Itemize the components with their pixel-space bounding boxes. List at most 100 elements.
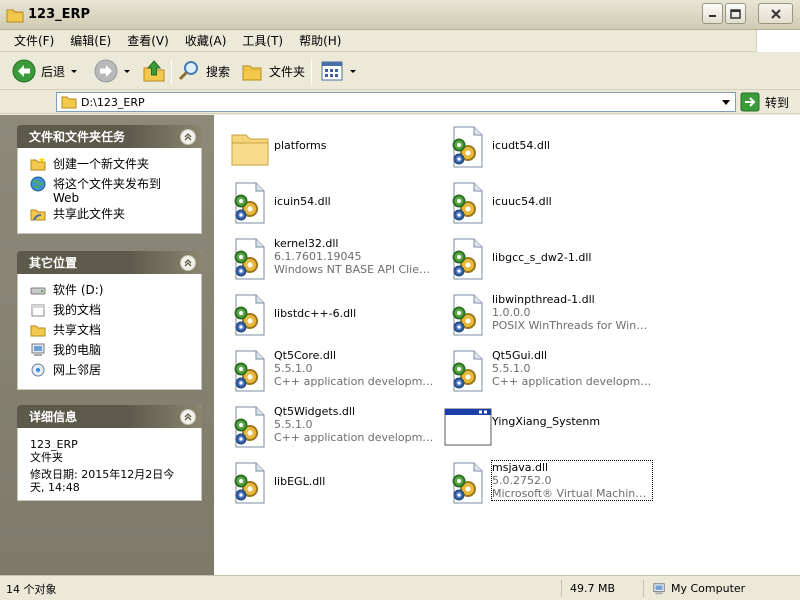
search-icon	[178, 61, 198, 81]
place-my-documents-label: 我的文档	[53, 303, 102, 317]
file-name: kernel32.dll	[274, 237, 339, 250]
task-publish-web[interactable]: 将这个文件夹发布到 Web	[30, 175, 201, 205]
file-description: POSIX WinThreads for Windows	[492, 319, 652, 332]
menu-tools[interactable]: 工具(T)	[234, 32, 291, 49]
details-header[interactable]: 详细信息	[17, 405, 202, 428]
status-location-label: My Computer	[671, 582, 746, 595]
task-new-folder-label: 创建一个新文件夹	[53, 157, 150, 171]
place-network-label: 网上邻居	[53, 363, 102, 377]
dll-file-icon	[444, 179, 492, 227]
my-computer-icon	[31, 343, 45, 356]
dll-file-icon	[444, 459, 492, 507]
folder-item[interactable]: platforms	[218, 119, 428, 171]
folders-button[interactable]: 文件夹	[240, 58, 305, 84]
place-shared-documents[interactable]: 共享文档	[30, 321, 201, 341]
menu-edit[interactable]: 编辑(E)	[62, 32, 119, 49]
go-label: 转到	[765, 95, 790, 110]
file-item[interactable]: msjava.dll 5.0.2752.0 Microsoft® Virtual M…	[436, 455, 653, 507]
minimize-button[interactable]	[702, 3, 723, 24]
file-item[interactable]: libstdc++-6.dll	[218, 287, 428, 339]
details-modified-cont: 天, 14:48	[30, 481, 80, 494]
forward-arrow-icon	[94, 59, 118, 83]
details-title: 详细信息	[29, 410, 78, 424]
file-item[interactable]: libgcc_s_dw2-1.dll	[436, 231, 646, 283]
up-button[interactable]	[142, 58, 166, 84]
status-size: 49.7 MB	[566, 580, 644, 597]
file-name: libwinpthread-1.dll	[492, 293, 595, 306]
address-input[interactable]: D:\123_ERP	[56, 92, 736, 112]
file-version: 1.0.0.0	[492, 306, 531, 319]
menu-view[interactable]: 查看(V)	[119, 32, 177, 49]
views-dropdown-icon[interactable]	[350, 69, 356, 73]
back-label: 后退	[41, 64, 66, 79]
dll-file-icon	[444, 123, 492, 171]
views-icon	[321, 61, 343, 81]
place-my-documents[interactable]: 我的文档	[30, 301, 201, 321]
collapse-chevron-icon[interactable]	[180, 129, 196, 145]
toolbar-separator	[311, 60, 312, 84]
views-button[interactable]	[320, 58, 356, 84]
place-network[interactable]: 网上邻居	[30, 361, 201, 381]
task-share-folder[interactable]: 共享此文件夹	[30, 205, 201, 225]
other-places-header[interactable]: 其它位置	[17, 251, 202, 274]
task-publish-label-web: Web	[53, 191, 80, 205]
place-shared-documents-label: 共享文档	[53, 323, 102, 337]
file-name: libEGL.dll	[274, 475, 326, 488]
collapse-chevron-icon[interactable]	[180, 255, 196, 271]
file-description: C++ application development ...	[492, 375, 652, 388]
go-button[interactable]: 转到	[740, 92, 789, 112]
file-item[interactable]: icudt54.dll	[436, 119, 646, 171]
back-button[interactable]: 后退	[12, 58, 78, 84]
file-item[interactable]: Qt5Gui.dll 5.5.1.0 C++ application develop…	[436, 343, 652, 395]
task-publish-label: 将这个文件夹发布到	[53, 177, 162, 191]
back-arrow-icon	[12, 59, 36, 83]
file-description: Microsoft® Virtual Machine for...	[492, 487, 652, 500]
file-tasks-panel: 文件和文件夹任务 创建一个新文件夹 将这个文件夹发布到 Web 共享此文件夹	[17, 125, 202, 234]
file-item[interactable]: icuuc54.dll	[436, 175, 646, 227]
maximize-button[interactable]	[725, 3, 746, 24]
details-modified: 修改日期: 2015年12月2日今	[30, 468, 175, 481]
dll-file-icon	[226, 291, 274, 339]
file-item[interactable]: libEGL.dll	[218, 455, 428, 507]
close-button[interactable]	[758, 3, 793, 24]
file-list[interactable]: platforms icudt54.dll icuin54.dll icuuc54.d…	[214, 115, 800, 575]
forward-dropdown-icon[interactable]	[124, 69, 130, 73]
toolbar: 后退 搜索 文件夹	[0, 52, 800, 90]
file-version: 6.1.7601.19045	[274, 250, 362, 263]
dll-file-icon	[226, 179, 274, 227]
dll-file-icon	[444, 235, 492, 283]
share-folder-icon	[30, 209, 46, 221]
place-drive-d[interactable]: 软件 (D:)	[30, 281, 201, 301]
place-my-computer[interactable]: 我的电脑	[30, 341, 201, 361]
file-item[interactable]: Qt5Core.dll 5.5.1.0 C++ application develo…	[218, 343, 434, 395]
status-object-count: 14 个对象	[2, 580, 562, 597]
search-button[interactable]: 搜索	[177, 58, 230, 84]
file-item[interactable]: icuin54.dll	[218, 175, 428, 227]
forward-button[interactable]	[94, 58, 130, 84]
dll-file-icon	[226, 235, 274, 283]
menu-file[interactable]: 文件(F)	[6, 32, 62, 49]
file-item[interactable]: Qt5Widgets.dll 5.5.1.0 C++ application dev…	[218, 399, 434, 451]
other-places-title: 其它位置	[29, 256, 78, 270]
collapse-chevron-icon[interactable]	[180, 409, 196, 425]
file-name: icuuc54.dll	[492, 195, 552, 208]
shared-documents-icon	[30, 325, 46, 337]
file-item[interactable]: kernel32.dll 6.1.7601.19045 Windows NT BAS…	[218, 231, 434, 283]
address-dropdown-icon[interactable]	[719, 95, 733, 109]
dll-file-icon	[226, 459, 274, 507]
toolbar-separator	[171, 60, 172, 84]
dll-file-icon	[226, 403, 274, 451]
menu-favorites[interactable]: 收藏(A)	[177, 32, 235, 49]
file-item[interactable]: libwinpthread-1.dll 1.0.0.0 POSIX WinThrea…	[436, 287, 652, 339]
file-tasks-title: 文件和文件夹任务	[29, 130, 126, 144]
go-arrow-icon	[740, 92, 760, 112]
drive-icon	[30, 287, 46, 295]
file-item[interactable]: YingXiang_Systenm	[436, 399, 646, 451]
back-dropdown-icon[interactable]	[71, 69, 78, 73]
task-new-folder[interactable]: 创建一个新文件夹	[30, 155, 201, 175]
file-version: 5.5.1.0	[492, 362, 531, 375]
up-folder-icon	[143, 60, 165, 82]
menu-help[interactable]: 帮助(H)	[291, 32, 349, 49]
details-panel: 详细信息 123_ERP 文件夹 修改日期: 2015年12月2日今 天, 14…	[17, 405, 202, 501]
file-tasks-header[interactable]: 文件和文件夹任务	[17, 125, 202, 148]
